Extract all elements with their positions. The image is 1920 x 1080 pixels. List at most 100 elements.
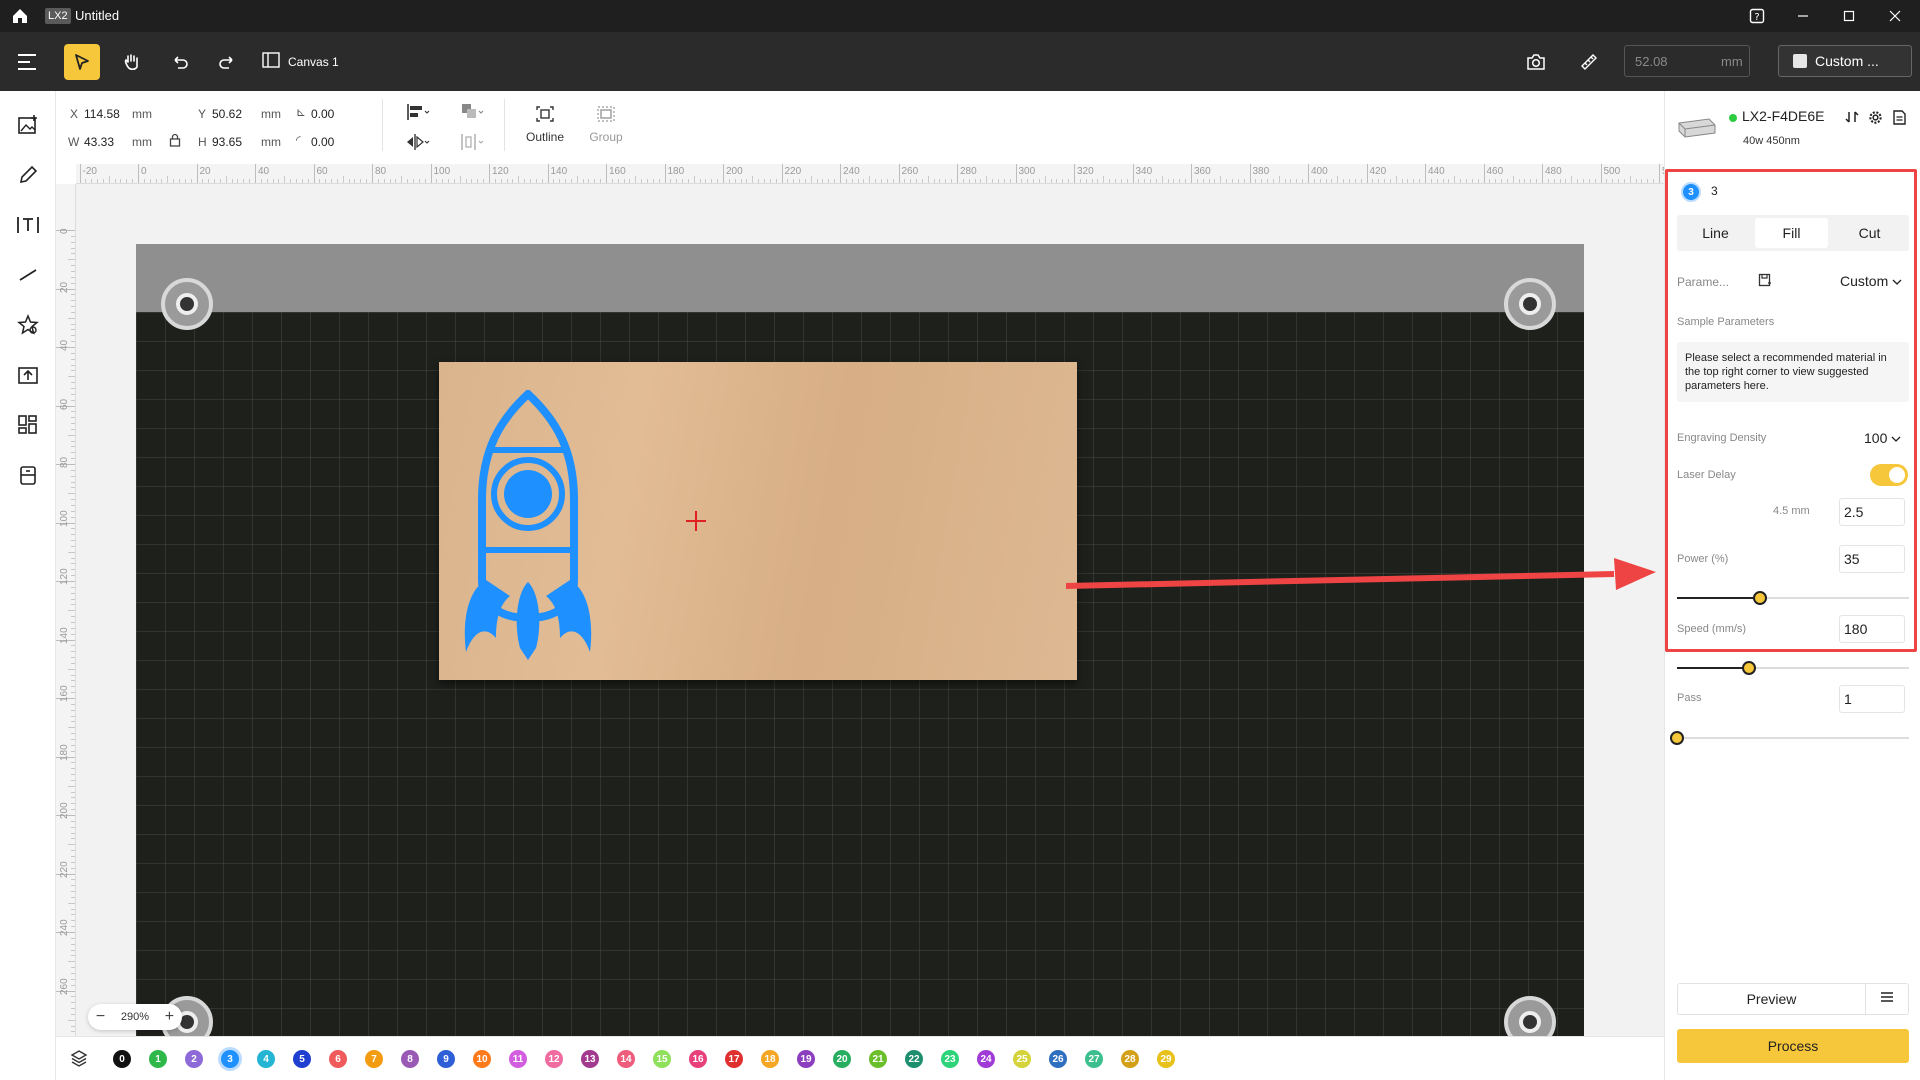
layer-dot-3[interactable]: 3: [221, 1050, 239, 1068]
undo-icon[interactable]: [162, 44, 198, 80]
pass-input[interactable]: 1: [1839, 685, 1905, 713]
layer-dot-2[interactable]: 2: [185, 1050, 203, 1068]
device-icon[interactable]: [14, 461, 42, 489]
image-add-icon[interactable]: [14, 111, 42, 139]
arrange-icon[interactable]: [460, 103, 486, 126]
density-dropdown[interactable]: 100: [1864, 430, 1901, 446]
menu-icon[interactable]: [10, 44, 46, 80]
param-preset-dropdown[interactable]: Custom: [1840, 273, 1902, 289]
layer-dot-6[interactable]: 6: [329, 1050, 347, 1068]
layer-dot-14[interactable]: 14: [617, 1050, 635, 1068]
flip-icon[interactable]: [406, 133, 432, 156]
text-icon[interactable]: [14, 211, 42, 239]
layer-dot-27[interactable]: 27: [1085, 1050, 1103, 1068]
corner-radius-field[interactable]: 0.00: [311, 135, 334, 149]
layer-dot-24[interactable]: 24: [977, 1050, 995, 1068]
layer-dot-22[interactable]: 22: [905, 1050, 923, 1068]
sort-icon[interactable]: [1845, 110, 1859, 129]
zoom-out-button[interactable]: −: [96, 1008, 105, 1026]
delay-input[interactable]: 2.5: [1839, 498, 1905, 526]
device-name[interactable]: LX2-F4DE6E: [1742, 108, 1824, 124]
measure-icon[interactable]: [1571, 44, 1607, 80]
speed-slider-knob[interactable]: [1742, 661, 1756, 675]
import-icon[interactable]: [14, 361, 42, 389]
layers-icon[interactable]: [70, 1049, 88, 1072]
layer-dot-9[interactable]: 9: [437, 1050, 455, 1068]
workspace-canvas[interactable]: − 290% +: [76, 184, 1664, 1036]
x-field[interactable]: 114.58: [84, 107, 120, 121]
group-button[interactable]: Group: [584, 105, 628, 144]
preview-button[interactable]: Preview: [1677, 983, 1865, 1015]
pass-slider[interactable]: [1670, 731, 1909, 745]
layer-dot-12[interactable]: 12: [545, 1050, 563, 1068]
layer-dot-19[interactable]: 19: [797, 1050, 815, 1068]
material-selector[interactable]: Custom ...: [1778, 45, 1912, 77]
distribute-icon[interactable]: [460, 133, 486, 156]
ruler-tick-label: 20: [59, 281, 70, 293]
h-field[interactable]: 93.65: [212, 135, 242, 149]
layer-dot-17[interactable]: 17: [725, 1050, 743, 1068]
home-icon[interactable]: [10, 6, 30, 26]
help-icon[interactable]: ?: [1734, 0, 1780, 32]
layer-dot-21[interactable]: 21: [869, 1050, 887, 1068]
layer-dot-8[interactable]: 8: [401, 1050, 419, 1068]
w-field[interactable]: 43.33: [84, 135, 114, 149]
select-tool-button[interactable]: [64, 44, 100, 80]
power-slider-knob[interactable]: [1753, 591, 1767, 605]
settings-icon[interactable]: [1868, 110, 1883, 130]
process-button[interactable]: Process: [1677, 1029, 1909, 1063]
ruler-minor-tick: [284, 176, 286, 183]
minimize-button[interactable]: [1780, 0, 1826, 32]
tab-fill[interactable]: Fill: [1755, 218, 1828, 248]
camera-icon[interactable]: [1518, 44, 1554, 80]
layer-dot-18[interactable]: 18: [761, 1050, 779, 1068]
line-icon[interactable]: [14, 261, 42, 289]
layer-dot-1[interactable]: 1: [149, 1050, 167, 1068]
layer-dot-4[interactable]: 4: [257, 1050, 275, 1068]
speed-input[interactable]: 180: [1839, 615, 1905, 643]
pen-icon[interactable]: [14, 161, 42, 189]
speed-slider[interactable]: [1677, 661, 1909, 675]
layer-dot-25[interactable]: 25: [1013, 1050, 1031, 1068]
layer-dot-20[interactable]: 20: [833, 1050, 851, 1068]
bed-edge: [136, 244, 1584, 312]
tab-cut[interactable]: Cut: [1833, 218, 1906, 248]
ruler-tick: [1366, 164, 1368, 183]
layer-dot-23[interactable]: 23: [941, 1050, 959, 1068]
layer-dot-5[interactable]: 5: [293, 1050, 311, 1068]
shapes-icon[interactable]: [14, 311, 42, 339]
templates-icon[interactable]: [14, 411, 42, 439]
outline-button[interactable]: Outline: [522, 105, 568, 144]
layer-dot-13[interactable]: 13: [581, 1050, 599, 1068]
layer-dot-0[interactable]: 0: [113, 1050, 131, 1068]
canvas-selector[interactable]: Canvas 1: [262, 51, 339, 72]
maximize-button[interactable]: [1826, 0, 1872, 32]
hand-tool-button[interactable]: [114, 44, 150, 80]
pass-slider-knob[interactable]: [1670, 731, 1684, 745]
layer-dot-10[interactable]: 10: [473, 1050, 491, 1068]
layer-dot-11[interactable]: 11: [509, 1050, 527, 1068]
power-slider[interactable]: [1677, 591, 1909, 605]
angle-field[interactable]: 0.00: [311, 107, 334, 121]
tab-line[interactable]: Line: [1679, 218, 1752, 248]
y-field[interactable]: 50.62: [212, 107, 242, 121]
annotation-arrow: [1066, 558, 1656, 590]
size-input[interactable]: 52.08 mm: [1624, 45, 1750, 77]
zoom-in-button[interactable]: +: [165, 1008, 174, 1026]
lock-icon[interactable]: [169, 133, 181, 152]
laser-delay-toggle[interactable]: [1870, 464, 1908, 486]
align-icon[interactable]: [406, 103, 432, 126]
document-icon[interactable]: [1893, 110, 1906, 130]
power-input[interactable]: 35: [1839, 545, 1905, 573]
save-preset-icon[interactable]: [1758, 273, 1772, 292]
close-button[interactable]: [1872, 0, 1918, 32]
layer-dot-7[interactable]: 7: [365, 1050, 383, 1068]
redo-icon[interactable]: [209, 44, 245, 80]
layer-dot-28[interactable]: 28: [1121, 1050, 1139, 1068]
layer-dot-26[interactable]: 26: [1049, 1050, 1067, 1068]
preview-menu-button[interactable]: [1865, 983, 1909, 1015]
layer-dot-29[interactable]: 29: [1157, 1050, 1175, 1068]
rocket-design[interactable]: [460, 390, 596, 662]
layer-dot-16[interactable]: 16: [689, 1050, 707, 1068]
layer-dot-15[interactable]: 15: [653, 1050, 671, 1068]
